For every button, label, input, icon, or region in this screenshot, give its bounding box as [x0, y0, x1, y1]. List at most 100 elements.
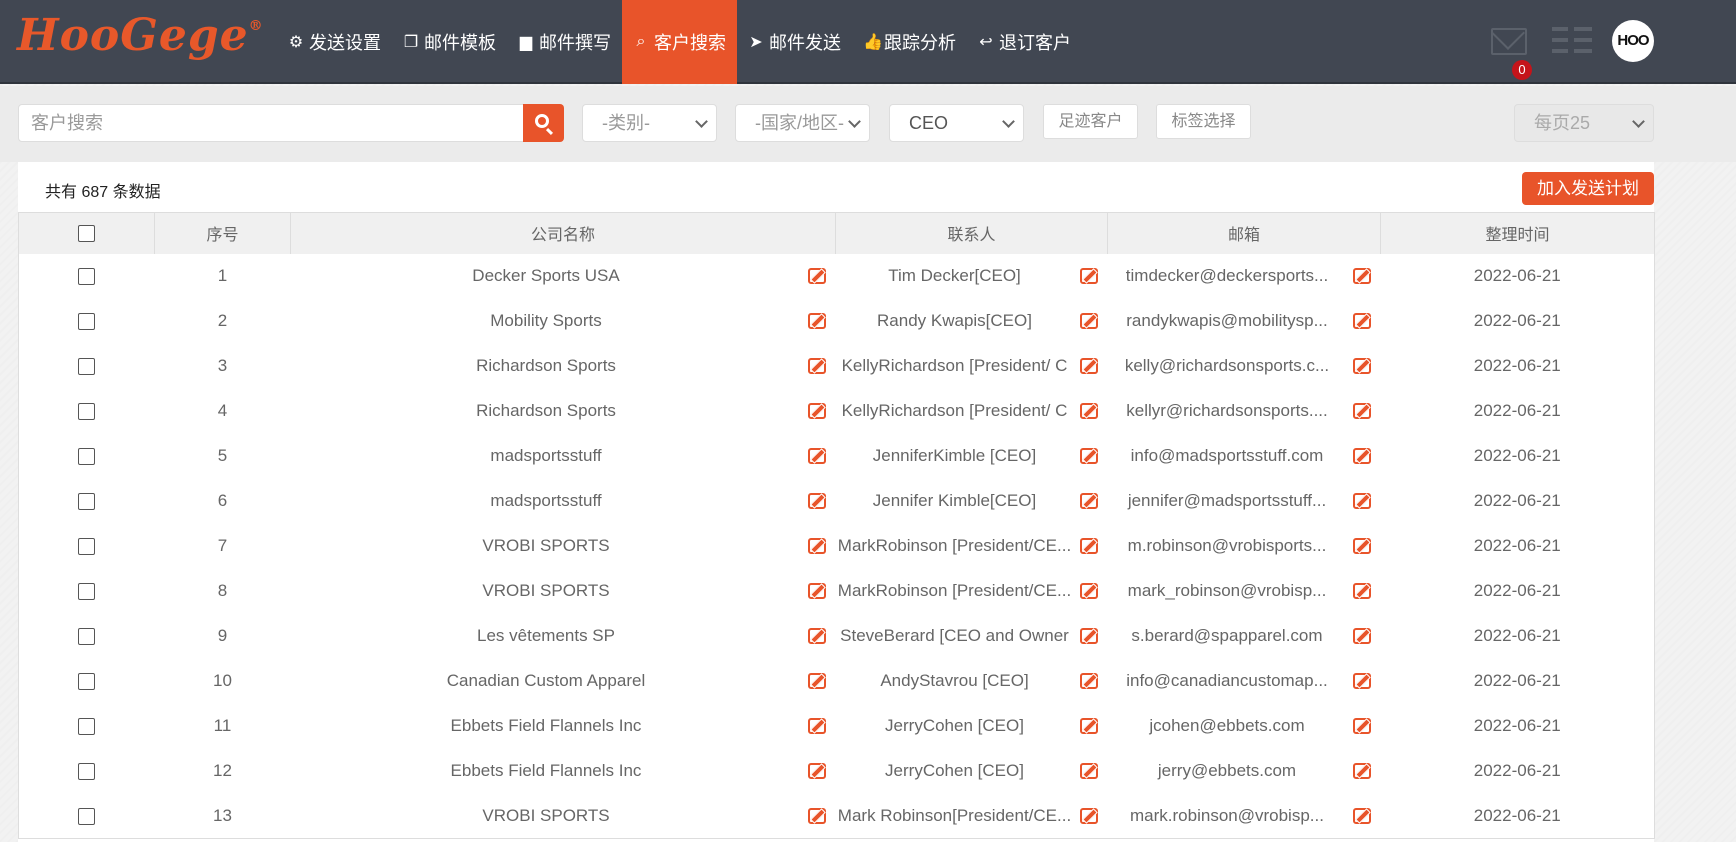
edit-icon[interactable]: [1079, 582, 1098, 599]
edit-icon[interactable]: [1352, 762, 1371, 779]
header-email[interactable]: 邮箱: [1107, 212, 1381, 254]
search-button[interactable]: [523, 104, 564, 142]
edit-icon[interactable]: [807, 627, 826, 644]
edit-icon[interactable]: [807, 402, 826, 419]
table-row[interactable]: 8 VROBI SPORTS MarkRobinson [President/CE.…: [19, 569, 1655, 614]
edit-icon[interactable]: [807, 807, 826, 824]
table-row[interactable]: 12 Ebbets Field Flannels Inc JerryCohen [C…: [19, 749, 1655, 794]
select-all-checkbox[interactable]: [78, 224, 95, 242]
header-contact[interactable]: 联系人: [835, 212, 1108, 254]
brand-logo[interactable]: HooGege®: [17, 10, 264, 61]
edit-icon[interactable]: [1079, 807, 1098, 824]
menu-grid-icon[interactable]: [1552, 27, 1594, 57]
edit-icon[interactable]: [1079, 537, 1098, 554]
row-checkbox[interactable]: [78, 628, 96, 646]
row-checkbox[interactable]: [78, 807, 96, 825]
edit-icon[interactable]: [1352, 447, 1371, 464]
header-index[interactable]: 序号: [154, 212, 291, 254]
edit-icon[interactable]: [1352, 717, 1371, 734]
edit-icon[interactable]: [1079, 402, 1098, 419]
edit-icon[interactable]: [1079, 672, 1098, 689]
company-cell-text: madsportsstuff: [490, 491, 602, 510]
row-checkbox[interactable]: [78, 403, 96, 421]
edit-icon[interactable]: [1352, 357, 1371, 374]
nav-item-1[interactable]: ❐ 邮件模板: [392, 0, 507, 84]
edit-icon[interactable]: [807, 267, 826, 284]
title-select[interactable]: CEO: [889, 104, 1024, 142]
edit-icon[interactable]: [1352, 672, 1371, 689]
table-row[interactable]: 1 Decker Sports USA Tim Decker[CEO] timdeck…: [19, 254, 1655, 299]
country-select[interactable]: -国家/地区-: [735, 104, 870, 142]
edit-icon[interactable]: [1352, 627, 1371, 644]
edit-icon[interactable]: [1352, 807, 1371, 824]
edit-icon[interactable]: [807, 582, 826, 599]
edit-icon[interactable]: [807, 762, 826, 779]
header-company[interactable]: 公司名称: [290, 212, 836, 254]
row-checkbox[interactable]: [78, 718, 96, 736]
edit-icon[interactable]: [1079, 492, 1098, 509]
company-cell-text: Canadian Custom Apparel: [446, 671, 646, 690]
table-row[interactable]: 13 VROBI SPORTS Mark Robinson[President/CE…: [19, 794, 1655, 839]
table-row[interactable]: 6 madsportsstuff Jennifer Kimble[CEO] jenni…: [19, 479, 1655, 524]
edit-icon[interactable]: [807, 357, 826, 374]
row-checkbox-cell: [19, 389, 155, 434]
customer-search-input[interactable]: [18, 104, 524, 142]
edit-icon[interactable]: [1079, 312, 1098, 329]
nav-item-label: 跟踪分析: [884, 33, 956, 53]
edit-icon[interactable]: [1352, 537, 1371, 554]
edit-icon[interactable]: [1079, 627, 1098, 644]
table-row[interactable]: 7 VROBI SPORTS MarkRobinson [President/CE.…: [19, 524, 1655, 569]
user-avatar[interactable]: HOO: [1612, 20, 1654, 62]
company-cell: Les vêtements SP: [291, 614, 836, 659]
row-checkbox[interactable]: [78, 583, 96, 601]
per-page-select[interactable]: 每页25: [1514, 104, 1654, 142]
table-row[interactable]: 10 Canadian Custom Apparel AndyStavrou [CE…: [19, 659, 1655, 704]
edit-icon[interactable]: [807, 312, 826, 329]
nav-item-4[interactable]: ➤ 邮件发送: [737, 0, 852, 84]
edit-icon[interactable]: [807, 537, 826, 554]
nav-item-3[interactable]: ⌕ 客户搜索: [622, 0, 737, 84]
table-row[interactable]: 4 Richardson Sports KellyRichardson [Presi…: [19, 389, 1655, 434]
row-checkbox[interactable]: [78, 358, 96, 376]
customer-table: 序号 公司名称 联系人 邮箱 整理时间 1 Decker Sports USA Ti…: [18, 212, 1655, 839]
table-row[interactable]: 5 madsportsstuff JenniferKimble [CEO] info@…: [19, 434, 1655, 479]
row-checkbox[interactable]: [78, 493, 96, 511]
edit-icon[interactable]: [1352, 267, 1371, 284]
row-checkbox[interactable]: [78, 673, 96, 691]
tag-select-button[interactable]: 标签选择: [1156, 104, 1251, 139]
edit-icon[interactable]: [1079, 717, 1098, 734]
row-checkbox[interactable]: [78, 538, 96, 556]
footprint-customers-button[interactable]: 足迹客户: [1043, 104, 1138, 139]
edit-icon[interactable]: [1079, 447, 1098, 464]
edit-icon[interactable]: [1352, 312, 1371, 329]
mail-icon[interactable]: [1491, 28, 1527, 55]
header-date[interactable]: 整理时间: [1380, 212, 1655, 254]
row-checkbox[interactable]: [78, 268, 96, 286]
edit-icon[interactable]: [807, 492, 826, 509]
table-row[interactable]: 2 Mobility Sports Randy Kwapis[CEO] randykw…: [19, 299, 1655, 344]
table-row[interactable]: 9 Les vêtements SP SteveBerard [CEO and Ow…: [19, 614, 1655, 659]
table-row[interactable]: 3 Richardson Sports KellyRichardson [Presi…: [19, 344, 1655, 389]
edit-icon[interactable]: [1079, 267, 1098, 284]
edit-icon[interactable]: [1352, 492, 1371, 509]
edit-icon[interactable]: [1079, 762, 1098, 779]
edit-icon[interactable]: [1352, 402, 1371, 419]
nav-item-5[interactable]: 👍 跟踪分析: [852, 0, 967, 84]
nav-item-0[interactable]: ⚙ 发送设置: [277, 0, 392, 84]
category-select[interactable]: -类别-: [582, 104, 717, 142]
edit-icon[interactable]: [1079, 357, 1098, 374]
edit-icon[interactable]: [1352, 582, 1371, 599]
edit-icon[interactable]: [807, 717, 826, 734]
add-to-send-plan-button[interactable]: 加入发送计划: [1522, 172, 1654, 205]
table-row[interactable]: 11 Ebbets Field Flannels Inc JerryCohen [C…: [19, 704, 1655, 749]
row-checkbox[interactable]: [78, 448, 96, 466]
edit-icon[interactable]: [807, 672, 826, 689]
contact-cell-text: AndyStavrou [CEO]: [880, 671, 1029, 690]
nav-item-6[interactable]: ↩ 退订客户: [967, 0, 1082, 84]
edit-icon[interactable]: [807, 447, 826, 464]
row-checkbox-cell: [19, 344, 155, 389]
row-checkbox[interactable]: [78, 763, 96, 781]
nav-item-2[interactable]: ▆ 邮件撰写: [507, 0, 622, 84]
row-checkbox[interactable]: [78, 313, 96, 331]
company-cell: Mobility Sports: [291, 299, 836, 344]
